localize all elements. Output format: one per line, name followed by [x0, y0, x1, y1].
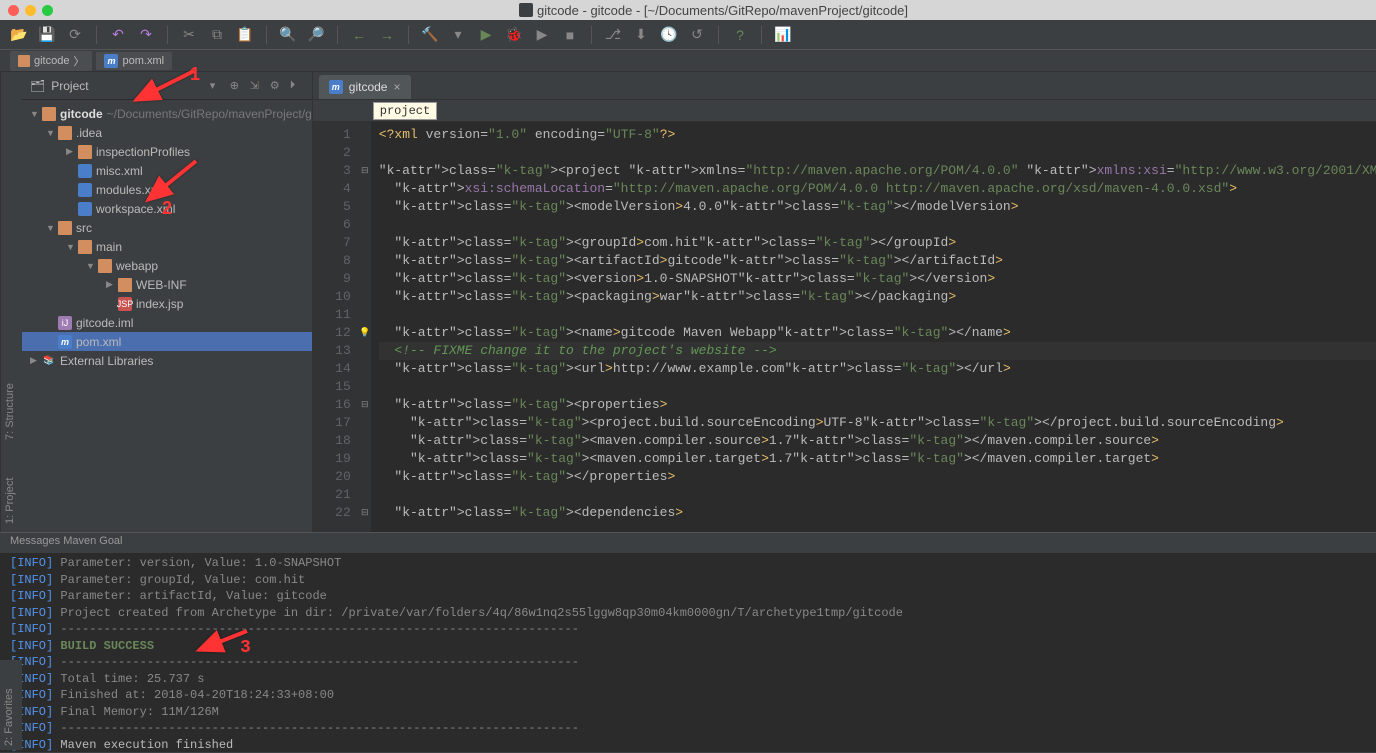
close-tab-icon[interactable]: × — [393, 80, 400, 94]
xml-icon — [78, 164, 92, 178]
console-output[interactable]: 3 [INFO] Parameter: version, Value: 1.0-… — [0, 553, 1376, 752]
cut-icon[interactable]: ✂ — [180, 26, 198, 44]
project-panel-icon: 🗂 — [30, 79, 45, 93]
code-editor[interactable]: 12345678910111213141516171819202122 ⊟💡⊟⊟… — [313, 122, 1376, 532]
scroll-to-icon[interactable]: ⊕ — [230, 79, 244, 93]
project-tree[interactable]: ▼ gitcode~/Documents/GitRepo/mavenProjec… — [22, 100, 312, 532]
xml-tag-breadcrumb[interactable]: project — [373, 102, 437, 120]
console-header[interactable]: Messages Maven Goal — [0, 533, 1376, 553]
tree-item-External Libraries[interactable]: ▶📚External Libraries — [22, 351, 312, 370]
hide-icon[interactable]: ⏵ — [290, 79, 304, 93]
jsp-icon: JSP — [118, 297, 132, 311]
save-all-icon[interactable]: 💾 — [38, 26, 56, 44]
line-numbers: 12345678910111213141516171819202122 — [313, 122, 359, 532]
project-panel: 🗂 Project ▾ ⊕ ⇲ ⚙ ⏵ ▼ gitcode~/Documents… — [22, 72, 313, 532]
build-icon[interactable]: 🔨 — [421, 26, 439, 44]
folder-icon — [18, 55, 30, 67]
redo-icon[interactable]: ↷ — [137, 26, 155, 44]
breadcrumb-file[interactable]: mpom.xml — [96, 52, 172, 70]
tree-item-main[interactable]: ▼main — [22, 237, 312, 256]
history-icon[interactable]: 🕓 — [660, 26, 678, 44]
gear-icon[interactable]: ⚙ — [270, 79, 284, 93]
editor-breadcrumb: project — [313, 100, 1376, 122]
console-panel: Messages Maven Goal 3 [INFO] Parameter: … — [0, 532, 1376, 752]
window-close-icon[interactable] — [8, 5, 19, 16]
structure-icon[interactable]: 📊 — [774, 26, 792, 44]
app-icon — [519, 3, 533, 17]
iml-icon: iJ — [58, 316, 72, 330]
folder-icon — [78, 145, 92, 159]
module-icon — [42, 107, 56, 121]
annotation-3: 3 — [240, 640, 251, 657]
find-icon[interactable]: 🔍 — [279, 26, 297, 44]
tree-item-webapp[interactable]: ▼webapp — [22, 256, 312, 275]
replace-icon[interactable]: 🔎 — [307, 26, 325, 44]
tree-item-gitcode-iml[interactable]: iJgitcode.iml — [22, 313, 312, 332]
run-config-icon[interactable]: ▾ — [449, 26, 467, 44]
maven-icon: m — [104, 54, 118, 68]
help-icon[interactable]: ? — [731, 26, 749, 44]
tree-item-src[interactable]: ▼src — [22, 218, 312, 237]
tree-item-WEB-INF[interactable]: ▶WEB-INF — [22, 275, 312, 294]
back-icon[interactable]: ← — [350, 26, 368, 44]
folder-icon — [58, 221, 72, 235]
nav-breadcrumb: gitcode 〉 mpom.xml — [0, 50, 1376, 72]
window-maximize-icon[interactable] — [42, 5, 53, 16]
tree-root[interactable]: ▼ gitcode~/Documents/GitRepo/mavenProjec… — [22, 104, 312, 123]
favorites-sidebar-tab[interactable]: 2: Favorites — [0, 660, 22, 750]
window-title: gitcode - gitcode - [~/Documents/GitRepo… — [59, 3, 1368, 18]
paste-icon[interactable]: 📋 — [236, 26, 254, 44]
project-panel-header: 🗂 Project ▾ ⊕ ⇲ ⚙ ⏵ — [22, 72, 312, 100]
left-sidebar-tabs[interactable]: 1: Project 7: Structure — [0, 72, 22, 532]
update-icon[interactable]: ⬇ — [632, 26, 650, 44]
revert-icon[interactable]: ↺ — [688, 26, 706, 44]
coverage-icon[interactable]: ▶ — [533, 26, 551, 44]
editor-tab[interactable]: m gitcode × — [319, 75, 411, 99]
maven-icon: m — [329, 80, 343, 94]
xml-icon — [78, 202, 92, 216]
project-view-dropdown-icon[interactable]: ▾ — [210, 79, 224, 93]
tree-item-pom-xml[interactable]: mpom.xml — [22, 332, 312, 351]
window-minimize-icon[interactable] — [25, 5, 36, 16]
vcs-icon[interactable]: ⎇ — [604, 26, 622, 44]
forward-icon[interactable]: → — [378, 26, 396, 44]
maven-icon: m — [58, 335, 72, 349]
tree-item-misc-xml[interactable]: misc.xml — [22, 161, 312, 180]
editor-area: m gitcode × project 12345678910111213141… — [313, 72, 1376, 532]
tree-item-modules-xml[interactable]: modules.xml — [22, 180, 312, 199]
copy-icon[interactable]: ⧉ — [208, 26, 226, 44]
open-icon[interactable]: 📂 — [10, 26, 28, 44]
titlebar: gitcode - gitcode - [~/Documents/GitRepo… — [0, 0, 1376, 20]
collapse-icon[interactable]: ⇲ — [250, 79, 264, 93]
xml-icon — [78, 183, 92, 197]
folder-icon — [78, 240, 92, 254]
gutter-markers: ⊟💡⊟⊟ — [359, 122, 371, 532]
project-panel-title: Project — [51, 79, 204, 93]
main-toolbar: 📂 💾 ⟳ ↶ ↷ ✂ ⧉ 📋 🔍 🔎 ← → 🔨 ▾ ▶ 🐞 ▶ ■ ⎇ ⬇ … — [0, 20, 1376, 50]
folder-icon — [118, 278, 132, 292]
undo-icon[interactable]: ↶ — [109, 26, 127, 44]
editor-tabs: m gitcode × — [313, 72, 1376, 100]
tree-item--idea[interactable]: ▼.idea — [22, 123, 312, 142]
library-icon: 📚 — [42, 354, 56, 368]
debug-icon[interactable]: 🐞 — [505, 26, 523, 44]
folder-icon — [98, 259, 112, 273]
folder-icon — [58, 126, 72, 140]
annotation-2: 2 — [162, 198, 172, 219]
tree-item-inspectionProfiles[interactable]: ▶inspectionProfiles — [22, 142, 312, 161]
annotation-1: 1 — [190, 64, 200, 85]
run-icon[interactable]: ▶ — [477, 26, 495, 44]
code-content[interactable]: <?xml version="1.0" encoding="UTF-8"?>"k… — [371, 122, 1376, 532]
tree-item-index-jsp[interactable]: JSPindex.jsp — [22, 294, 312, 313]
sync-icon[interactable]: ⟳ — [66, 26, 84, 44]
breadcrumb-root[interactable]: gitcode 〉 — [10, 51, 92, 71]
stop-icon[interactable]: ■ — [561, 26, 579, 44]
